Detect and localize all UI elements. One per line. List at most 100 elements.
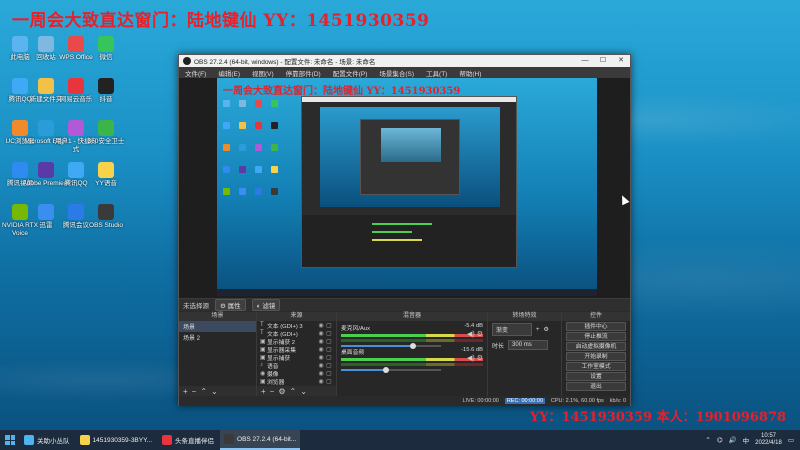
preview-app-icon: [239, 122, 246, 129]
transitions-dock: 转场特效 渐变 + ⚙ 时长 300 ms: [488, 312, 562, 396]
add-transition-icon[interactable]: +: [536, 327, 540, 333]
network-icon[interactable]: ⌬: [717, 436, 723, 444]
scene-item[interactable]: 场景 2: [179, 332, 256, 343]
sources-footer: + − ⚙ ⌃ ⌄: [257, 386, 336, 396]
control-button[interactable]: 启动虚拟摄像机: [566, 342, 626, 351]
channel-settings-icon[interactable]: ⚙: [477, 331, 483, 338]
control-button[interactable]: 工作室模式: [566, 362, 626, 371]
taskbar-app[interactable]: 关助小丛队: [20, 430, 74, 450]
close-button[interactable]: ✕: [612, 55, 630, 67]
control-button[interactable]: 插件中心: [566, 322, 626, 331]
preview-app-icon: [223, 166, 230, 173]
nested-preview: [320, 107, 500, 207]
taskbar-app[interactable]: 头条直播伴侣: [158, 430, 218, 450]
menu-item[interactable]: 工具(T): [420, 68, 453, 78]
control-button[interactable]: 退出: [566, 382, 626, 391]
source-settings-icon[interactable]: ⚙: [278, 387, 285, 396]
minimize-button[interactable]: —: [576, 55, 594, 67]
preview-canvas[interactable]: 一周会大致直达窗门：陆地键仙 YY：1451930359: [217, 78, 597, 296]
channel-settings-icon[interactable]: ⚙: [477, 355, 483, 362]
live-status: LIVE: 00:00:00: [462, 398, 499, 404]
sources-dock: 来源 T 文本 (GDI+) 3 ◉ ▢ T 文本 (GDI+) ◉ ▢ ▣ 显示捕获 2 ◉ ▢ ▣ 显…: [257, 312, 337, 402]
menu-item[interactable]: 帮助(H): [453, 68, 487, 78]
visibility-eye-icon[interactable]: ◉: [317, 330, 325, 337]
ime-icon[interactable]: 中: [743, 435, 750, 445]
control-button[interactable]: 开始录制: [566, 352, 626, 361]
maximize-button[interactable]: ☐: [594, 55, 612, 67]
taskbar-app-label: OBS 27.2.4 (64-bit...: [237, 435, 297, 443]
obs-titlebar[interactable]: OBS 27.2.4 (64-bit, windows) - 配置文件: 未命名…: [179, 55, 630, 67]
volume-meter: [341, 358, 483, 361]
clock[interactable]: 10:57 2022/4/18: [755, 433, 782, 447]
desktop-icon[interactable]: 抖音: [82, 78, 130, 104]
add-scene-icon[interactable]: +: [183, 387, 188, 396]
visibility-eye-icon[interactable]: ◉: [317, 346, 325, 353]
channel-name: 桌面音频: [341, 350, 365, 356]
filters-button[interactable]: ◐ 滤镜: [251, 299, 281, 311]
speaker-icon[interactable]: ◀): [467, 331, 475, 338]
remove-scene-icon[interactable]: −: [192, 387, 197, 396]
visibility-eye-icon[interactable]: ◉: [317, 354, 325, 361]
menu-item[interactable]: 停靠部件(D): [280, 68, 327, 78]
remove-source-icon[interactable]: −: [270, 387, 275, 396]
mixer-channel: 麦克风/Aux -5.4 dB ◀) ⚙: [337, 321, 487, 349]
visibility-eye-icon[interactable]: ◉: [317, 338, 325, 345]
move-up-icon[interactable]: ⌃: [200, 387, 207, 396]
speaker-icon[interactable]: ◀): [467, 355, 475, 362]
lock-icon[interactable]: ▢: [325, 354, 333, 361]
visibility-eye-icon[interactable]: ◉: [317, 362, 325, 369]
desktop-icon[interactable]: OBS Studio: [82, 204, 130, 230]
menu-item[interactable]: 视图(V): [246, 68, 280, 78]
nested-obs-window: [301, 96, 517, 268]
source-toolbar: 未选择源 ⚙ 属性 ◐ 滤镜: [179, 298, 630, 311]
lock-icon[interactable]: ▢: [325, 362, 333, 369]
desktop-icon[interactable]: 微信: [82, 36, 130, 62]
volume-icon[interactable]: 🔊: [729, 436, 737, 444]
add-source-icon[interactable]: +: [261, 387, 266, 396]
notification-icon[interactable]: ▭: [788, 436, 794, 444]
menu-item[interactable]: 配置文件(P): [327, 68, 374, 78]
volume-meter: [341, 339, 483, 342]
lock-icon[interactable]: ▢: [325, 322, 333, 329]
rec-status: REC: 00:00:00: [504, 398, 545, 404]
visibility-eye-icon[interactable]: ◉: [317, 378, 325, 385]
duration-input[interactable]: 300 ms: [508, 340, 549, 350]
channel-name: 麦克风/Aux: [341, 326, 370, 332]
move-up-icon[interactable]: ⌃: [290, 387, 297, 396]
tray-expand-icon[interactable]: ⌃: [705, 436, 710, 444]
control-button[interactable]: 设置: [566, 372, 626, 381]
transition-settings-icon[interactable]: ⚙: [544, 326, 549, 333]
start-button[interactable]: [0, 430, 20, 450]
no-source-label: 未选择源: [183, 303, 209, 310]
status-bar: LIVE: 00:00:00 REC: 00:00:00 CPU: 2.1%, …: [179, 396, 630, 406]
scene-item[interactable]: 场景: [179, 321, 256, 332]
preview-app-icon: [255, 188, 262, 195]
menu-item[interactable]: 编辑(E): [212, 68, 246, 78]
lock-icon[interactable]: ▢: [325, 338, 333, 345]
volume-slider[interactable]: [341, 367, 441, 373]
taskbar-app[interactable]: OBS 27.2.4 (64-bit...: [220, 430, 301, 450]
visibility-eye-icon[interactable]: ◉: [317, 370, 325, 377]
mixer-channels: 麦克风/Aux -5.4 dB ◀) ⚙ 桌面音频 -15.6 dB ◀) ⚙: [337, 321, 487, 373]
obs-window: OBS 27.2.4 (64-bit, windows) - 配置文件: 未命名…: [178, 54, 631, 406]
lock-icon[interactable]: ▢: [325, 346, 333, 353]
desktop-icon[interactable]: 360安全卫士: [82, 120, 130, 146]
lock-icon[interactable]: ▢: [325, 378, 333, 385]
taskbar-app-label: 头条直播伴侣: [175, 438, 215, 445]
control-button[interactable]: 停止推流: [566, 332, 626, 341]
move-down-icon[interactable]: ⌄: [300, 387, 307, 396]
move-down-icon[interactable]: ⌄: [211, 387, 218, 396]
transition-type-select[interactable]: 渐变: [492, 323, 532, 336]
lock-icon[interactable]: ▢: [325, 370, 333, 377]
properties-button[interactable]: ⚙ 属性: [215, 299, 246, 311]
lock-icon[interactable]: ▢: [325, 330, 333, 337]
taskbar-app[interactable]: 1451930359-3BYY...: [76, 430, 157, 450]
menu-item[interactable]: 文件(F): [179, 68, 212, 78]
desktop-icon[interactable]: YY语音: [82, 162, 130, 188]
source-type-icon: ▣: [260, 354, 266, 361]
nested-preview-2: [381, 128, 441, 162]
menu-item[interactable]: 场景集合(S): [373, 68, 420, 78]
preview-app-icon: [239, 144, 246, 151]
preview-area[interactable]: 一周会大致直达窗门：陆地键仙 YY：1451930359: [179, 78, 630, 298]
visibility-eye-icon[interactable]: ◉: [317, 322, 325, 329]
